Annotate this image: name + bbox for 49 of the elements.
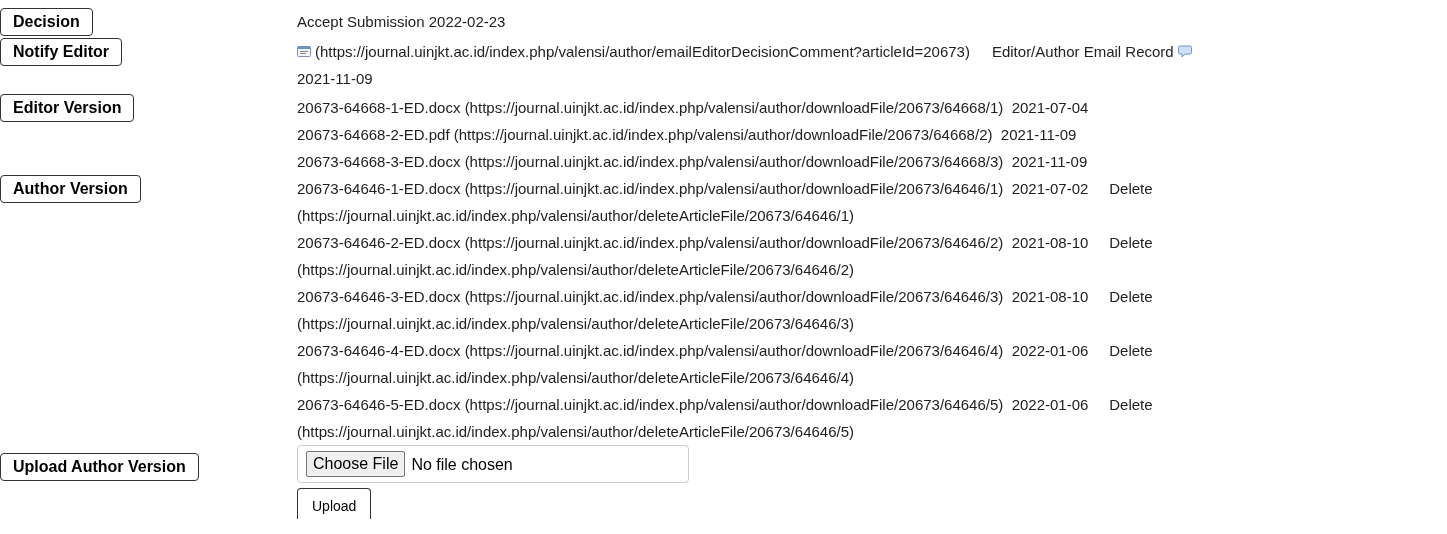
date-text: 2021-08-10 — [1011, 288, 1089, 305]
section-label: Author Version — [0, 175, 141, 203]
delete-link[interactable]: Delete — [1109, 396, 1153, 413]
date-text: 2021-07-02 — [1011, 180, 1089, 197]
delete-link[interactable]: Delete — [1109, 234, 1153, 251]
email-record-link[interactable]: Editor/Author Email Record — [991, 38, 1174, 65]
url-text: (https://journal.uinjkt.ac.id/index.php/valensi/author/downloadFile/20673/64646/5) — [464, 396, 1004, 413]
decision-text: Accept Submission 2022-02-23 — [297, 13, 506, 30]
speech-bubble-icon[interactable] — [1177, 45, 1192, 58]
url-text: (https://journal.uinjkt.ac.id/index.php/valensi/author/deleteArticleFile/20673/64646/4) — [297, 369, 854, 386]
file-link[interactable]: 20673-64668-2-ED.pdf — [297, 126, 450, 143]
url-text: (https://journal.uinjkt.ac.id/index.php/valensi/author/downloadFile/20673/64646/3) — [464, 288, 1004, 305]
section-label: Editor Version — [0, 94, 135, 122]
url-text: (https://journal.uinjkt.ac.id/index.php/valensi/author/downloadFile/20673/64668/1) — [464, 99, 1004, 116]
url-text: (https://journal.uinjkt.ac.id/index.php/valensi/author/downloadFile/20673/64668/2) — [453, 126, 993, 143]
file-link[interactable]: 20673-64646-5-ED.docx — [297, 396, 461, 413]
date-text: 2021-07-04 — [1011, 99, 1089, 116]
date-text: 2021-11-09 — [1011, 153, 1088, 170]
file-link[interactable]: 20673-64646-2-ED.docx — [297, 234, 461, 251]
choose-file-button[interactable]: Choose File — [306, 451, 406, 477]
file-input-field[interactable]: Choose File No file chosen — [297, 445, 689, 483]
file-link[interactable]: 20673-64646-3-ED.docx — [297, 288, 461, 305]
file-link[interactable]: 20673-64646-4-ED.docx — [297, 342, 461, 359]
date-text: 2021-11-09 — [297, 70, 373, 87]
url-text: (https://journal.uinjkt.ac.id/index.php/valensi/author/downloadFile/20673/64646/4) — [464, 342, 1004, 359]
file-link[interactable]: 20673-64668-3-ED.docx — [297, 153, 461, 170]
url-text: (https://journal.uinjkt.ac.id/index.php/valensi/author/downloadFile/20673/64646/2) — [464, 234, 1004, 251]
date-text: 2022-01-06 — [1011, 342, 1089, 359]
file-status-text: No file chosen — [411, 454, 513, 475]
section-label: Notify Editor — [0, 38, 122, 66]
url-text: (https://journal.uinjkt.ac.id/index.php/valensi/author/deleteArticleFile/20673/64646/2) — [297, 261, 854, 278]
file-link[interactable]: 20673-64668-1-ED.docx — [297, 99, 461, 116]
email-icon[interactable] — [297, 46, 311, 57]
url-text: (https://journal.uinjkt.ac.id/index.php/valensi/author/downloadFile/20673/64668/3) — [464, 153, 1004, 170]
delete-link[interactable]: Delete — [1109, 342, 1153, 359]
url-text: (https://journal.uinjkt.ac.id/index.php/valensi/author/downloadFile/20673/64646/1) — [464, 180, 1004, 197]
file-link[interactable]: 20673-64646-1-ED.docx — [297, 180, 461, 197]
section-label: Decision — [0, 8, 93, 36]
date-text: 2022-01-06 — [1011, 396, 1089, 413]
delete-link[interactable]: Delete — [1109, 180, 1153, 197]
date-text: 2021-11-09 — [1000, 126, 1077, 143]
url-text: (https://journal.uinjkt.ac.id/index.php/valensi/author/emailEditorDecisionComment?articleId=20673) — [315, 42, 970, 62]
url-text: (https://journal.uinjkt.ac.id/index.php/valensi/author/deleteArticleFile/20673/64646/3) — [297, 315, 854, 332]
date-text: 2021-08-10 — [1011, 234, 1089, 251]
section-label: Upload Author Version — [0, 453, 199, 481]
url-text: (https://journal.uinjkt.ac.id/index.php/valensi/author/deleteArticleFile/20673/64646/5) — [297, 423, 854, 440]
url-text: (https://journal.uinjkt.ac.id/index.php/valensi/author/deleteArticleFile/20673/64646/1) — [297, 207, 854, 224]
delete-link[interactable]: Delete — [1109, 288, 1153, 305]
upload-button[interactable]: Upload — [297, 488, 372, 519]
